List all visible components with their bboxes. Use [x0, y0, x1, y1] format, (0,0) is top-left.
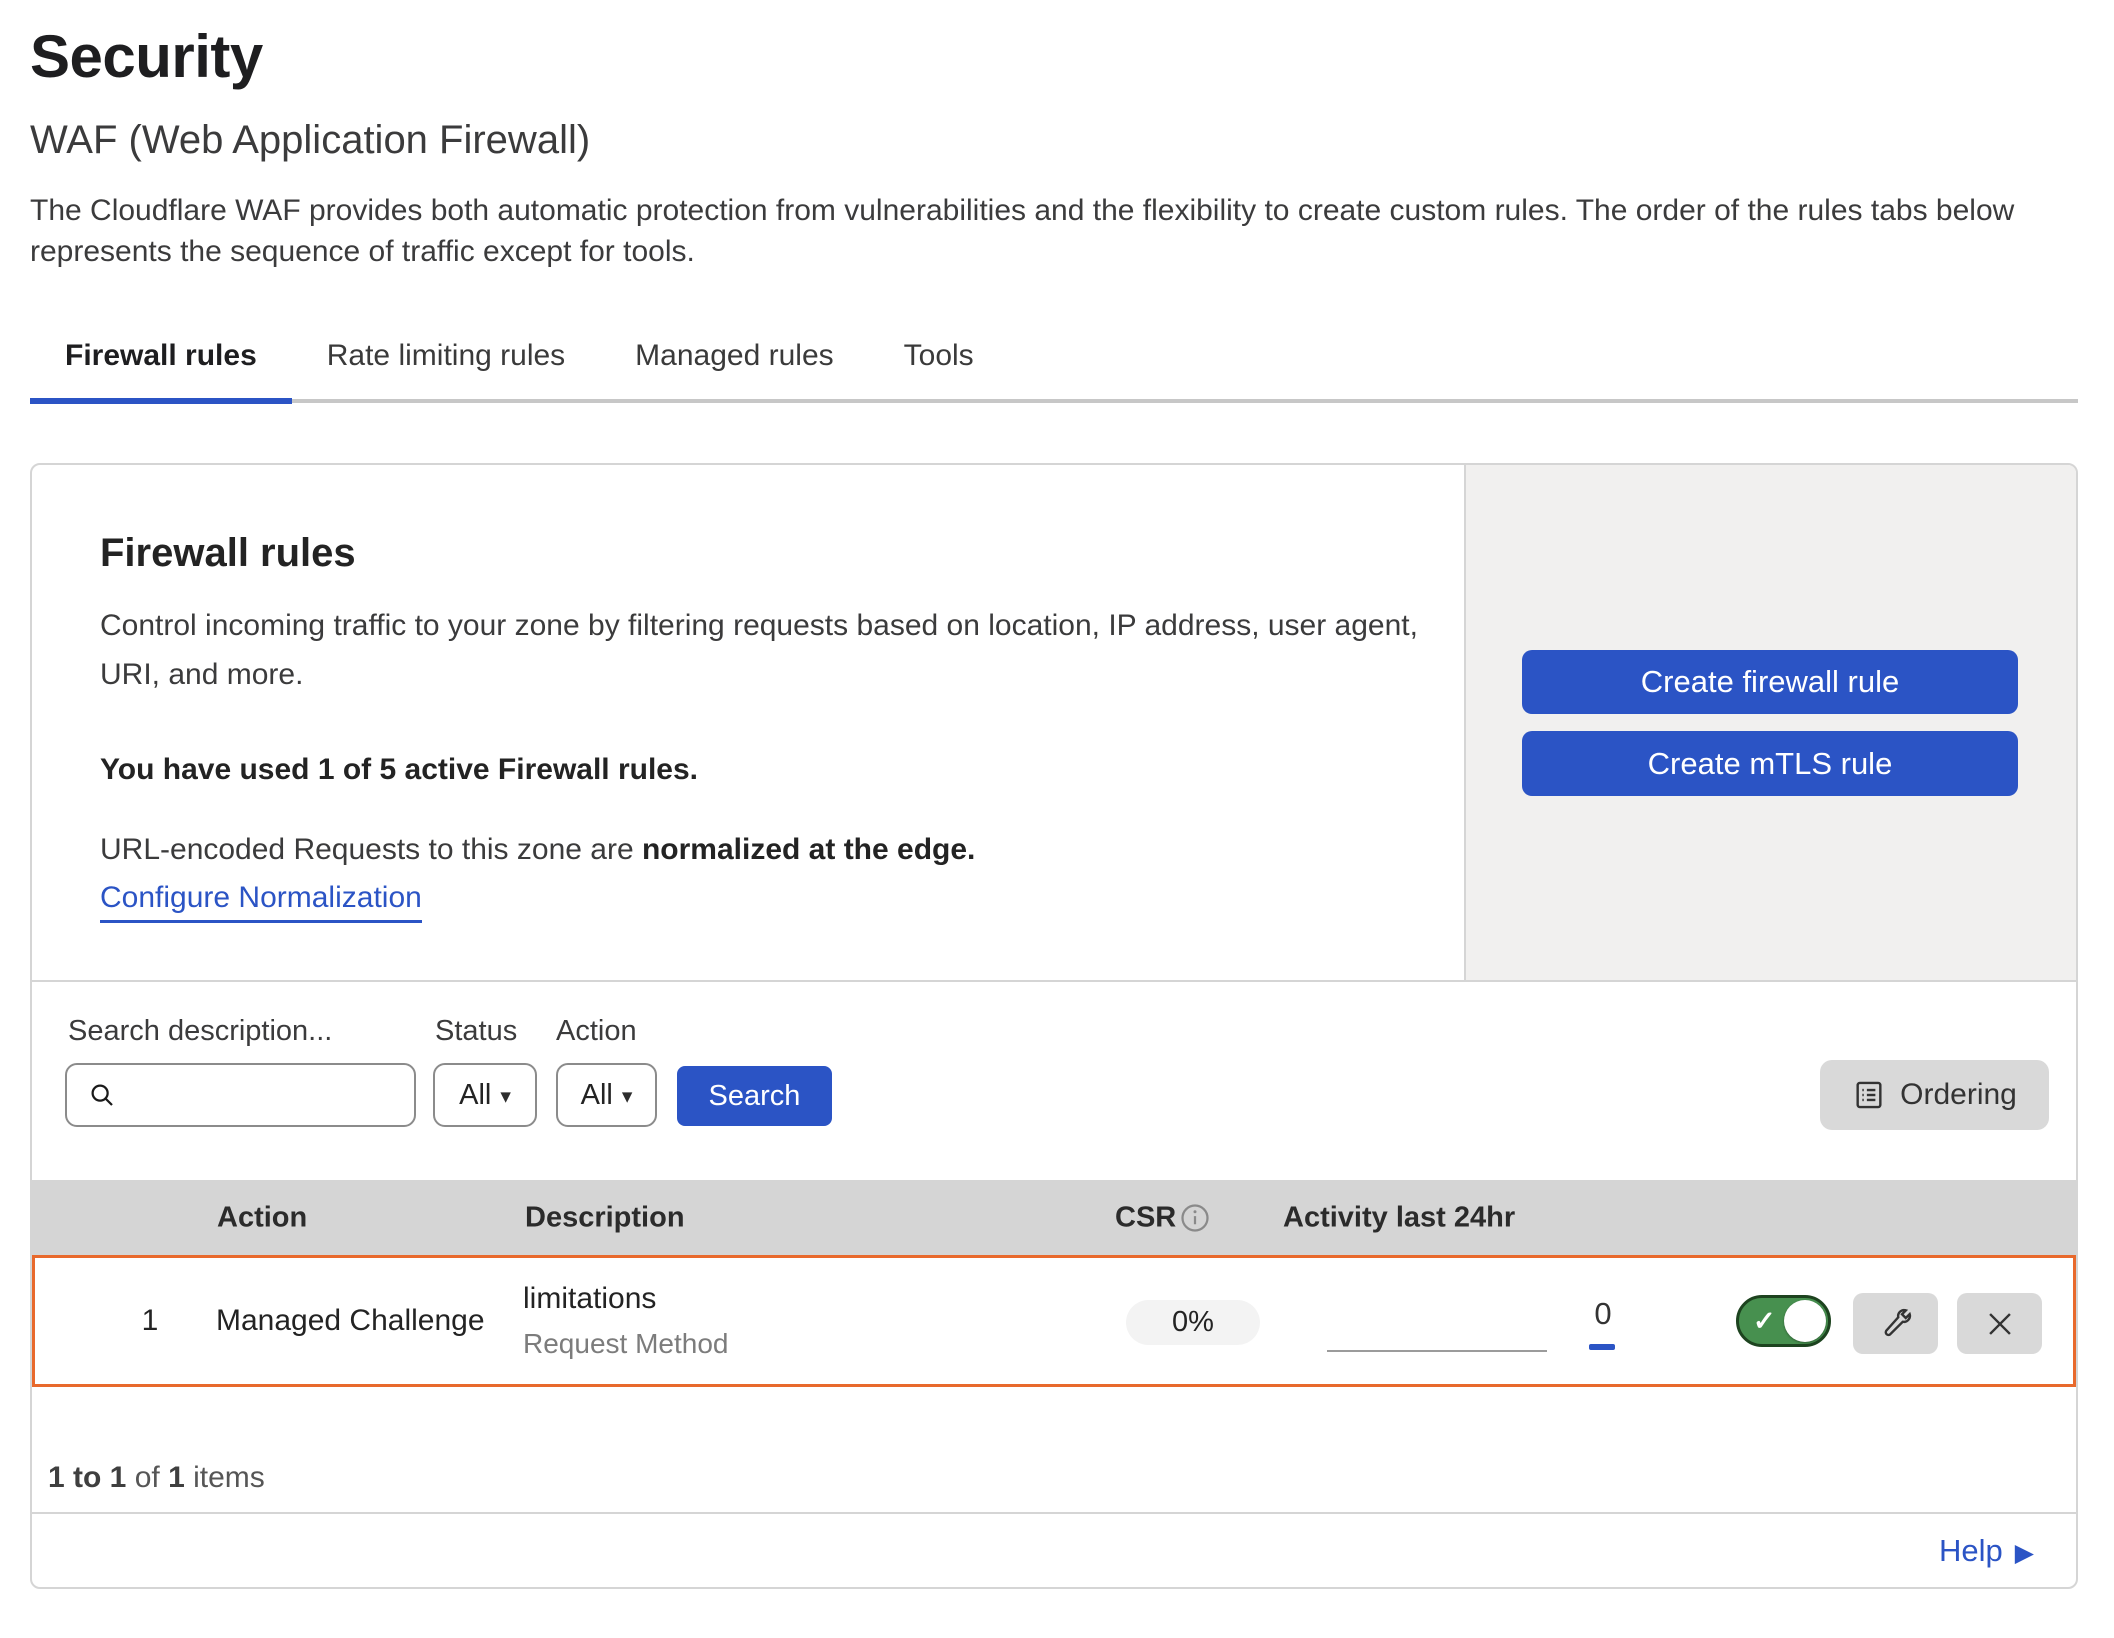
activity-count-link[interactable]: 0 [1581, 1296, 1625, 1332]
tab-firewall-rules[interactable]: Firewall rules [30, 330, 292, 382]
chevron-down-icon: ▾ [622, 1081, 633, 1109]
rule-expression: Request Method [523, 1328, 728, 1360]
pagination-range: 1 to 1 [48, 1461, 126, 1494]
help-link-label: Help [1939, 1533, 2003, 1569]
rule-action: Managed Challenge [216, 1304, 485, 1338]
toggle-knob [1784, 1300, 1826, 1342]
page-subtitle: WAF (Web Application Firewall) [30, 118, 590, 163]
active-tab-underline [30, 398, 292, 404]
search-icon [87, 1080, 117, 1110]
info-icon[interactable] [1180, 1203, 1210, 1233]
activity-count-underline [1589, 1344, 1615, 1350]
table-header: Action Description CSR Activity last 24h… [32, 1180, 2076, 1255]
tab-rate-limiting-rules[interactable]: Rate limiting rules [292, 330, 600, 382]
action-label: Action [556, 1015, 637, 1048]
create-firewall-rule-button[interactable]: Create firewall rule [1522, 650, 2018, 714]
column-header-activity: Activity last 24hr [1283, 1201, 1515, 1234]
search-label: Search description... [68, 1015, 332, 1048]
tab-bar: Firewall rules Rate limiting rules Manag… [30, 330, 1009, 382]
tab-track-line [30, 399, 2078, 403]
card-actions-panel [1464, 465, 2078, 980]
help-link[interactable]: Help ▶ [1939, 1533, 2034, 1569]
rule-enabled-toggle[interactable]: ✓ [1736, 1295, 1831, 1347]
normalization-note: URL-encoded Requests to this zone are no… [100, 833, 975, 867]
chevron-down-icon: ▾ [500, 1081, 511, 1109]
usage-summary: You have used 1 of 5 active Firewall rul… [100, 753, 698, 787]
page-title: Security [30, 22, 263, 91]
search-input[interactable] [131, 1078, 395, 1113]
search-field[interactable] [65, 1063, 416, 1127]
tab-tools[interactable]: Tools [869, 330, 1009, 382]
action-select-value: All [581, 1079, 613, 1112]
configure-normalization-link[interactable]: Configure Normalization [100, 881, 422, 923]
column-header-csr: CSR [1115, 1201, 1176, 1234]
status-select[interactable]: All ▾ [433, 1063, 537, 1127]
card-divider [32, 980, 2078, 982]
rule-description-cell: limitations Request Method [523, 1282, 728, 1360]
rule-description[interactable]: limitations [523, 1282, 728, 1316]
normalization-note-bold: normalized at the edge. [642, 833, 975, 866]
pagination-items-word: items [193, 1461, 265, 1494]
ordering-list-icon [1852, 1078, 1886, 1112]
wrench-icon [1878, 1306, 1914, 1342]
card-description: Control incoming traffic to your zone by… [100, 601, 1445, 699]
csr-badge: 0% [1126, 1300, 1260, 1345]
action-select[interactable]: All ▾ [556, 1063, 657, 1127]
edit-rule-button[interactable] [1853, 1293, 1938, 1354]
pagination-summary: 1 to 1 of 1 items [48, 1461, 265, 1495]
rule-priority: 1 [132, 1304, 168, 1338]
create-mtls-rule-button[interactable]: Create mTLS rule [1522, 731, 2018, 796]
pagination-of: of [135, 1461, 160, 1494]
card-heading: Firewall rules [100, 531, 356, 576]
ordering-button-label: Ordering [1900, 1078, 2017, 1112]
close-icon [1983, 1307, 2017, 1341]
column-header-description: Description [525, 1201, 685, 1234]
check-icon: ✓ [1753, 1306, 1776, 1337]
ordering-button[interactable]: Ordering [1820, 1060, 2049, 1130]
firewall-rules-panel: Firewall rules Control incoming traffic … [30, 463, 2078, 1589]
search-button[interactable]: Search [677, 1066, 832, 1126]
delete-rule-button[interactable] [1957, 1293, 2042, 1354]
status-label: Status [435, 1015, 517, 1048]
help-arrow-icon: ▶ [2015, 1535, 2034, 1568]
column-header-action: Action [217, 1201, 307, 1234]
table-row: 1 Managed Challenge limitations Request … [32, 1255, 2076, 1387]
pagination-total: 1 [168, 1461, 185, 1494]
status-select-value: All [459, 1079, 491, 1112]
activity-sparkline [1327, 1350, 1547, 1352]
page-description: The Cloudflare WAF provides both automat… [30, 190, 2084, 272]
tab-managed-rules[interactable]: Managed rules [600, 330, 868, 382]
footer-divider [32, 1512, 2078, 1514]
